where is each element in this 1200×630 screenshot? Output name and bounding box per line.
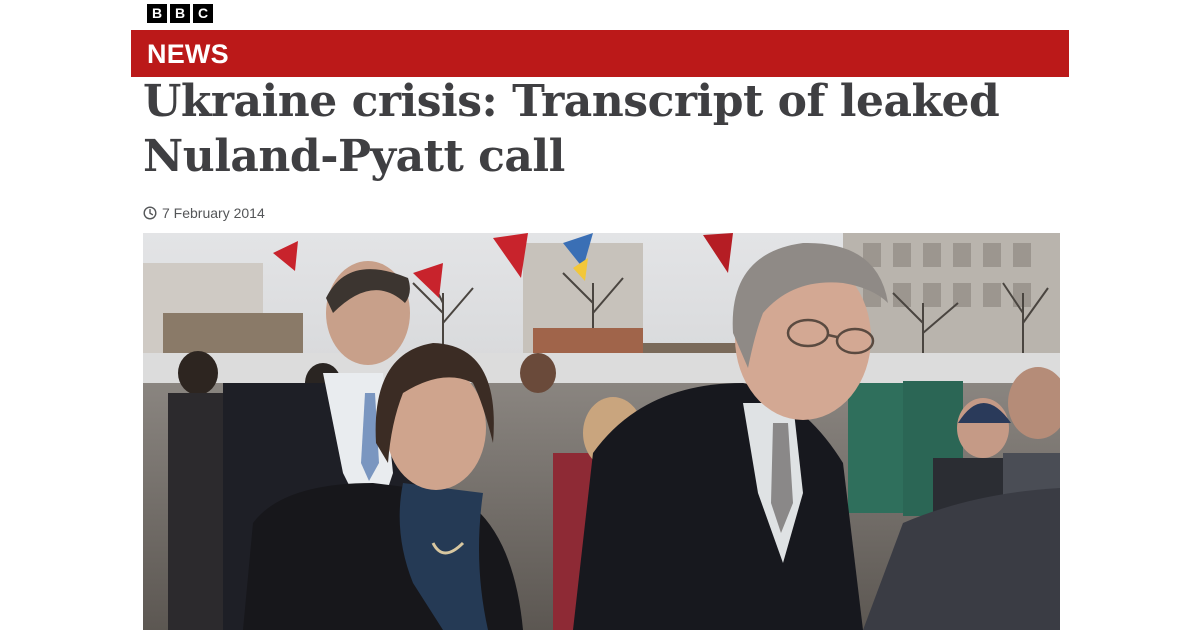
news-section-label: NEWS <box>147 39 229 69</box>
article-photo <box>143 233 1060 630</box>
bbc-logo-letter: C <box>193 4 213 23</box>
clock-icon <box>143 206 157 220</box>
bbc-logo[interactable]: B B C <box>147 4 213 23</box>
article-page: B B C NEWS Ukraine crisis: Transcript of… <box>0 0 1200 630</box>
news-photo <box>143 233 1060 630</box>
article-date: 7 February 2014 <box>162 205 265 221</box>
bbc-logo-letter: B <box>170 4 190 23</box>
bbc-logo-letter: B <box>147 4 167 23</box>
article-dateline: 7 February 2014 <box>143 204 265 222</box>
article-headline: Ukraine crisis: Transcript of leaked Nul… <box>143 76 1000 182</box>
news-section-bar[interactable]: NEWS <box>131 30 1069 77</box>
